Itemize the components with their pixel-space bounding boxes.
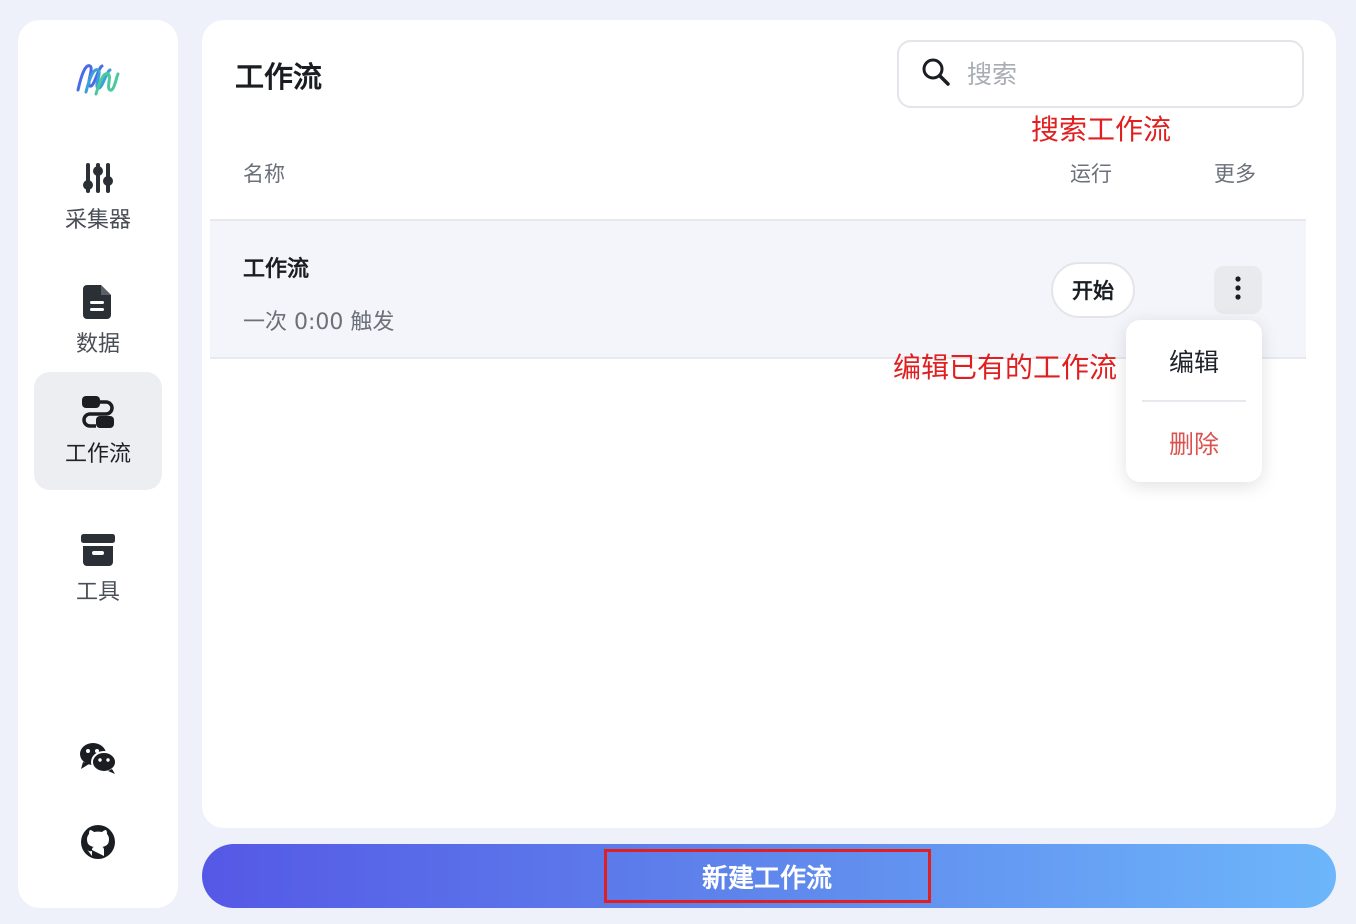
column-header-run: 运行 [1070,162,1112,186]
new-workflow-label: 新建工作流 [603,849,931,903]
column-header-more: 更多 [1214,162,1256,186]
menu-item-edit[interactable]: 编辑 [1126,328,1262,394]
sidebar-item-label: 工作流 [64,442,131,467]
sidebar-item-label: 工具 [75,580,120,605]
search-box[interactable] [897,40,1304,108]
wechat-icon[interactable] [78,738,118,778]
sidebar-item-label: 采集器 [64,208,131,233]
sidebar-item-tools[interactable]: 工具 [34,510,162,628]
start-button[interactable]: 开始 [1051,262,1135,318]
document-icon [80,284,116,320]
menu-item-delete[interactable]: 删除 [1126,410,1262,476]
sliders-icon [80,160,116,196]
menu-divider [1142,400,1246,402]
main-panel: 工作流 搜索工作流 名称 运行 更多 工作流 一次 0:00 触发 开始 [202,20,1336,828]
search-input[interactable] [967,59,1267,89]
annotation-edit: 编辑已有的工作流 [893,351,1118,384]
sidebar-item-data[interactable]: 数据 [34,262,162,380]
search-icon [921,57,951,91]
github-icon[interactable] [78,822,118,862]
archive-box-icon [80,532,116,568]
sidebar: 采集器 数据 工作流 工具 [18,20,178,908]
sidebar-item-label: 数据 [75,332,120,357]
app-logo-icon [72,50,124,102]
page-title: 工作流 [235,60,323,94]
column-header-name: 名称 [243,162,285,186]
more-button[interactable] [1214,266,1262,314]
sidebar-item-collector[interactable]: 采集器 [34,138,162,256]
more-vertical-icon [1234,275,1242,305]
sidebar-item-workflow[interactable]: 工作流 [34,372,162,490]
annotation-search: 搜索工作流 [1031,113,1172,146]
workflow-trigger: 一次 0:00 触发 [243,310,395,335]
workflow-icon [80,394,116,430]
context-menu: 编辑 删除 [1126,320,1262,482]
new-workflow-button[interactable]: 新建工作流 [202,844,1336,908]
workflow-name: 工作流 [243,257,310,282]
